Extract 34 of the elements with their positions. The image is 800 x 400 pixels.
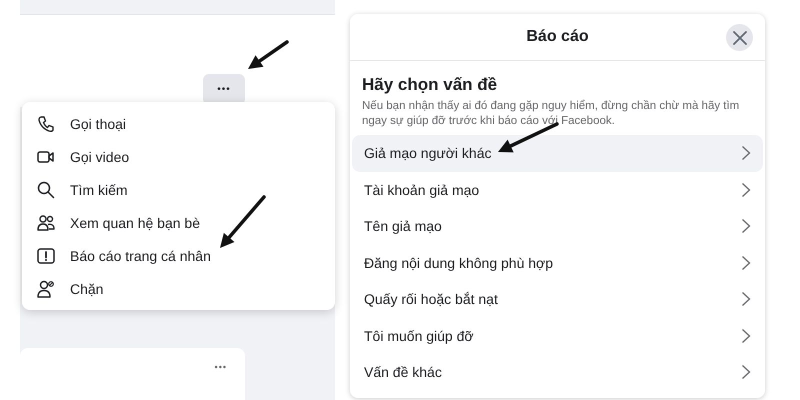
close-button[interactable] xyxy=(726,24,753,51)
section-heading: Hãy chọn vấn đề xyxy=(362,75,498,95)
chevron-right-icon xyxy=(741,145,751,162)
menu-item[interactable]: Tìm kiếm xyxy=(22,173,335,206)
menu-item[interactable]: Gọi video xyxy=(22,140,335,173)
search-icon xyxy=(36,180,56,200)
chevron-right-icon xyxy=(741,254,751,271)
menu-item[interactable]: Báo cáo trang cá nhân xyxy=(22,239,335,272)
chevron-right-icon xyxy=(741,218,751,234)
report-option[interactable]: Tôi muốn giúp đỡ xyxy=(352,318,763,354)
annotation-arrow xyxy=(220,195,266,248)
annotation-arrow xyxy=(248,40,289,69)
report-option[interactable]: Tên giả mạo xyxy=(352,208,763,244)
report-option[interactable]: Giả mạo người khác xyxy=(352,135,763,172)
block-user-icon xyxy=(36,278,56,298)
chevron-right-icon xyxy=(741,182,751,198)
menu-item[interactable]: Xem quan hệ bạn bè xyxy=(22,206,335,239)
friends-icon xyxy=(36,212,56,232)
close-icon xyxy=(732,30,746,44)
chevron-right-icon xyxy=(741,364,751,380)
dialog-title: Báo cáo xyxy=(526,28,589,46)
phone-icon xyxy=(36,114,56,134)
report-icon xyxy=(36,246,56,266)
menu-item[interactable]: Chặn xyxy=(22,272,335,305)
chevron-right-icon xyxy=(741,291,751,308)
description: Nếu bạn nhận thấy ai đó đang gặp nguy hiểm, đừng chần chừ mà hãy tìm ngay sự giúp đỡ trước khi báo cáo với Facebook. xyxy=(362,99,740,129)
report-option[interactable]: Tài khoản giả mạo xyxy=(352,172,763,208)
report-option[interactable]: Vấn đề khác xyxy=(352,354,763,390)
more-button[interactable]: ••• xyxy=(203,74,245,105)
menu-item[interactable]: Gọi thoại xyxy=(22,107,335,140)
report-option[interactable]: Quấy rối hoặc bắt nạt xyxy=(352,281,763,318)
more-button[interactable]: ••• xyxy=(214,362,227,372)
chevron-right-icon xyxy=(741,328,751,344)
report-option[interactable]: Đăng nội dung không phù hợp xyxy=(352,244,763,281)
